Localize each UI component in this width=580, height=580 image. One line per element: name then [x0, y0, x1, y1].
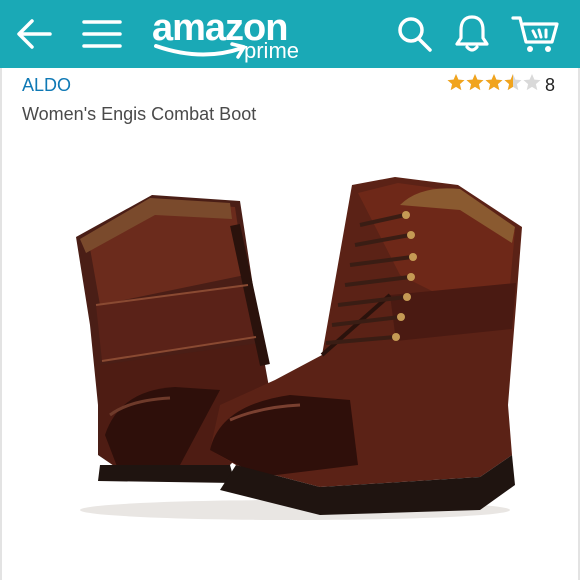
product-title: Women's Engis Combat Boot	[22, 104, 257, 124]
star-full-icon	[485, 74, 503, 91]
star-full-icon	[466, 74, 484, 91]
search-icon[interactable]	[396, 14, 434, 54]
logo-smile-arrow-icon	[154, 42, 246, 59]
product-image-boots[interactable]	[60, 165, 530, 525]
brand-link[interactable]: ALDO	[22, 74, 71, 96]
review-count[interactable]: 8	[545, 74, 555, 96]
hamburger-menu-icon[interactable]	[80, 14, 124, 54]
bell-icon[interactable]	[452, 12, 492, 54]
frame-border-left	[0, 68, 2, 580]
star-full-icon	[447, 74, 465, 91]
cart-icon[interactable]	[510, 12, 560, 54]
star-empty-icon	[523, 74, 541, 91]
top-app-bar: amazon prime	[0, 0, 580, 68]
back-arrow-icon[interactable]	[14, 14, 54, 54]
star-rating[interactable]	[447, 72, 541, 92]
amazon-prime-logo[interactable]: amazon prime	[152, 6, 312, 64]
logo-prime-label: prime	[244, 38, 300, 63]
